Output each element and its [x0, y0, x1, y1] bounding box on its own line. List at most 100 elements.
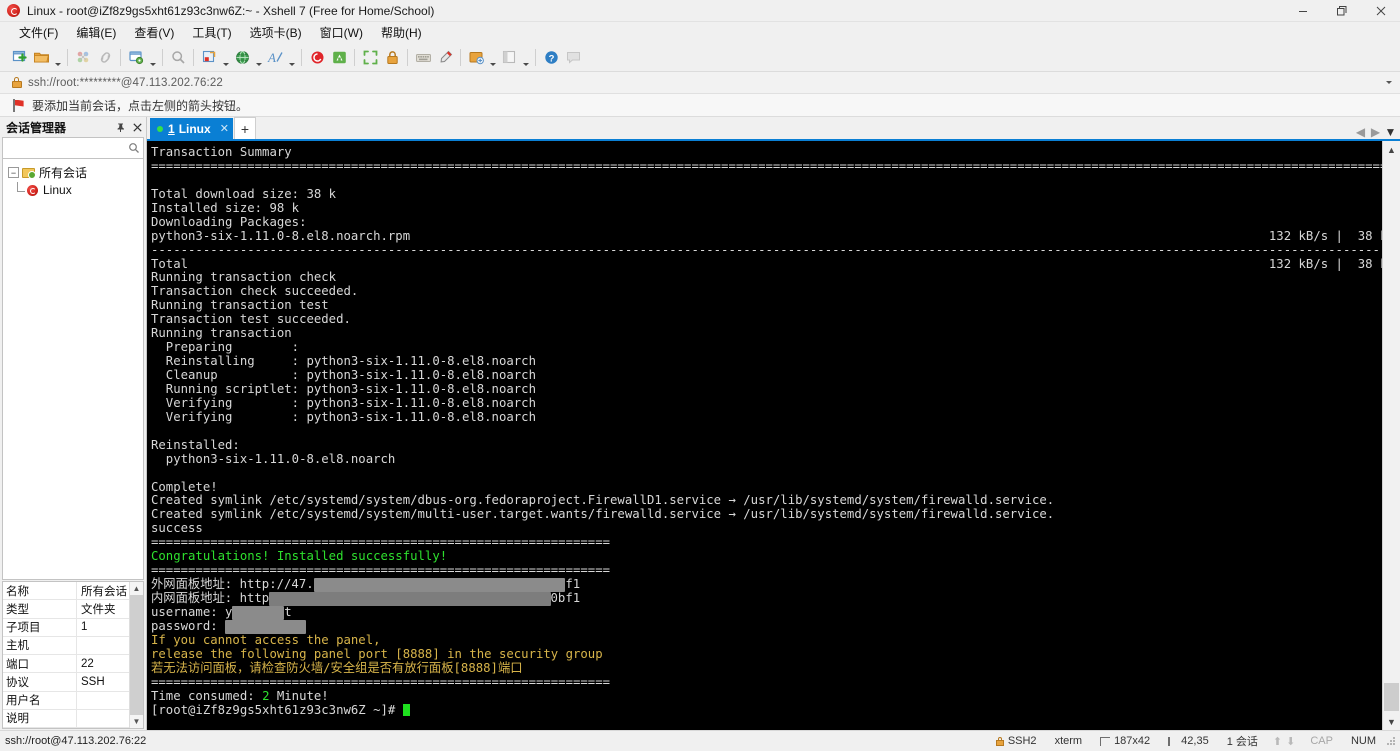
terminal-line-password: password:	[151, 619, 1382, 634]
transfer-file-chevron-down-icon[interactable]	[220, 42, 231, 73]
terminal-line: Total download size: 38 k	[151, 186, 337, 201]
scroll-down-icon[interactable]: ▼	[1383, 713, 1400, 730]
session-manager-header: 会话管理器	[0, 117, 146, 137]
table-row: 子项目 1	[3, 618, 129, 637]
terminal-line-warning: 若无法访问面板，请检查防火墙/安全组是否有放行面板[8888]端口	[151, 660, 523, 675]
session-search-box[interactable]	[2, 137, 144, 159]
new-tab-button[interactable]: +	[233, 117, 256, 139]
compose-icon[interactable]	[465, 45, 487, 69]
comment-icon[interactable]	[562, 45, 584, 69]
scroll-up-icon[interactable]: ▲	[130, 582, 143, 595]
toolbar-separator	[162, 48, 163, 66]
terminal-output[interactable]: Transaction Summary =====================…	[147, 141, 1382, 730]
table-row: 协议 SSH	[3, 673, 129, 692]
address-chevron-down-icon[interactable]	[1378, 81, 1400, 84]
property-key: 说明	[3, 709, 77, 727]
highlight-icon[interactable]	[434, 45, 456, 69]
screen-size-icon	[1100, 736, 1111, 746]
chevron-right-icon[interactable]: ▶	[1369, 125, 1382, 139]
find-icon[interactable]	[167, 45, 189, 69]
tree-item-label: Linux	[43, 183, 72, 197]
open-folder-chevron-down-icon[interactable]	[52, 42, 63, 73]
transfer-file-icon[interactable]	[198, 45, 220, 69]
tab-bar: 1 Linux ✕ + ◀ ▶ ▼	[147, 117, 1400, 139]
property-value: SSH	[81, 675, 105, 688]
font-icon[interactable]: A	[264, 45, 286, 69]
menu-window[interactable]: 窗口(W)	[311, 22, 372, 43]
close-icon[interactable]	[129, 118, 146, 136]
color-scheme-icon[interactable]	[72, 45, 94, 69]
scroll-up-icon[interactable]: ▲	[1383, 141, 1400, 158]
flag-icon	[13, 98, 26, 112]
session-tree[interactable]: − 所有会话 Linux	[2, 159, 144, 580]
xshell-icon[interactable]	[306, 45, 328, 69]
menu-tools[interactable]: 工具(T)	[183, 22, 240, 43]
layout-chevron-down-icon[interactable]	[520, 42, 531, 73]
compose-chevron-down-icon[interactable]	[487, 42, 498, 73]
menu-edit[interactable]: 编辑(E)	[67, 22, 125, 43]
tab-linux[interactable]: 1 Linux ✕	[150, 118, 233, 139]
properties-scrollbar[interactable]: ▲ ▼	[129, 582, 143, 728]
close-button[interactable]	[1361, 0, 1400, 21]
folder-icon	[22, 167, 36, 179]
maximize-button[interactable]	[1322, 0, 1361, 21]
tree-expander-icon[interactable]: −	[8, 167, 19, 178]
keyboard-icon[interactable]	[412, 45, 434, 69]
table-row: 端口 22	[3, 655, 129, 674]
xftp-icon[interactable]	[328, 45, 350, 69]
status-bar: ssh://root@47.113.202.76:22 SSH2 xterm 1…	[0, 730, 1400, 751]
scrollbar-thumb[interactable]	[1384, 683, 1399, 711]
toolbar-separator	[407, 48, 408, 66]
terminal-line: Verifying : python3-six-1.11.0-8.el8.noa…	[151, 409, 1382, 424]
property-key: 端口	[3, 655, 77, 673]
session-properties-icon[interactable]	[125, 45, 147, 69]
property-value: 所有会话	[81, 585, 127, 598]
scrollbar-thumb[interactable]	[130, 595, 143, 715]
property-value	[77, 710, 129, 727]
minimize-button[interactable]	[1283, 0, 1322, 21]
status-protocol-cell: SSH2	[987, 735, 1046, 747]
terminal-scrollbar[interactable]: ▲ ▼	[1382, 141, 1400, 730]
open-folder-icon[interactable]	[30, 45, 52, 69]
scroll-down-icon[interactable]: ▼	[130, 715, 143, 728]
help-icon[interactable]: ?	[540, 45, 562, 69]
menu-help[interactable]: 帮助(H)	[372, 22, 431, 43]
xshell-session-icon	[27, 184, 40, 197]
app-logo-icon	[6, 3, 22, 19]
menu-bar: 文件(F) 编辑(E) 查看(V) 工具(T) 选项卡(B) 窗口(W) 帮助(…	[0, 22, 1400, 43]
terminal-line: Transaction check succeeded.	[151, 284, 359, 299]
terminal-line: Total 132 kB/s | 38 kB 00:00	[151, 256, 1382, 271]
pin-icon[interactable]	[112, 118, 129, 136]
connection-status-dot	[157, 125, 163, 132]
chevron-down-icon[interactable]: ▼	[1384, 125, 1397, 139]
font-chevron-down-icon[interactable]	[286, 42, 297, 73]
terminal-line: Transaction Summary	[151, 145, 292, 159]
toolbar-separator	[535, 48, 536, 66]
session-properties-chevron-down-icon[interactable]	[147, 42, 158, 73]
search-icon[interactable]	[125, 142, 143, 154]
property-value: 22	[81, 657, 94, 670]
globe-icon[interactable]	[231, 45, 253, 69]
tab-close-icon[interactable]: ✕	[220, 122, 229, 135]
address-bar[interactable]: ssh://root:*********@47.113.202.76:22	[0, 72, 1400, 94]
lock-icon[interactable]	[381, 45, 403, 69]
menu-tabs[interactable]: 选项卡(B)	[241, 22, 311, 43]
resize-grip[interactable]	[1385, 735, 1397, 747]
hint-text: 要添加当前会话，点击左侧的箭头按钮。	[32, 98, 249, 113]
address-input[interactable]: ssh://root:*********@47.113.202.76:22	[28, 77, 1378, 89]
toolbar-separator	[354, 48, 355, 66]
globe-chevron-down-icon[interactable]	[253, 42, 264, 73]
fullscreen-icon[interactable]	[359, 45, 381, 69]
menu-view[interactable]: 查看(V)	[125, 22, 183, 43]
link-icon[interactable]	[94, 45, 116, 69]
tree-node-all-sessions[interactable]: − 所有会话	[3, 164, 143, 181]
tree-item-linux[interactable]: Linux	[3, 181, 143, 199]
status-cap: CAP	[1310, 735, 1333, 747]
menu-file[interactable]: 文件(F)	[10, 22, 67, 43]
scrollbar-track[interactable]	[1383, 158, 1400, 713]
chevron-left-icon[interactable]: ◀	[1354, 125, 1367, 139]
new-session-icon[interactable]	[8, 45, 30, 69]
layout-icon[interactable]	[498, 45, 520, 69]
status-protocol: SSH2	[1007, 735, 1037, 747]
